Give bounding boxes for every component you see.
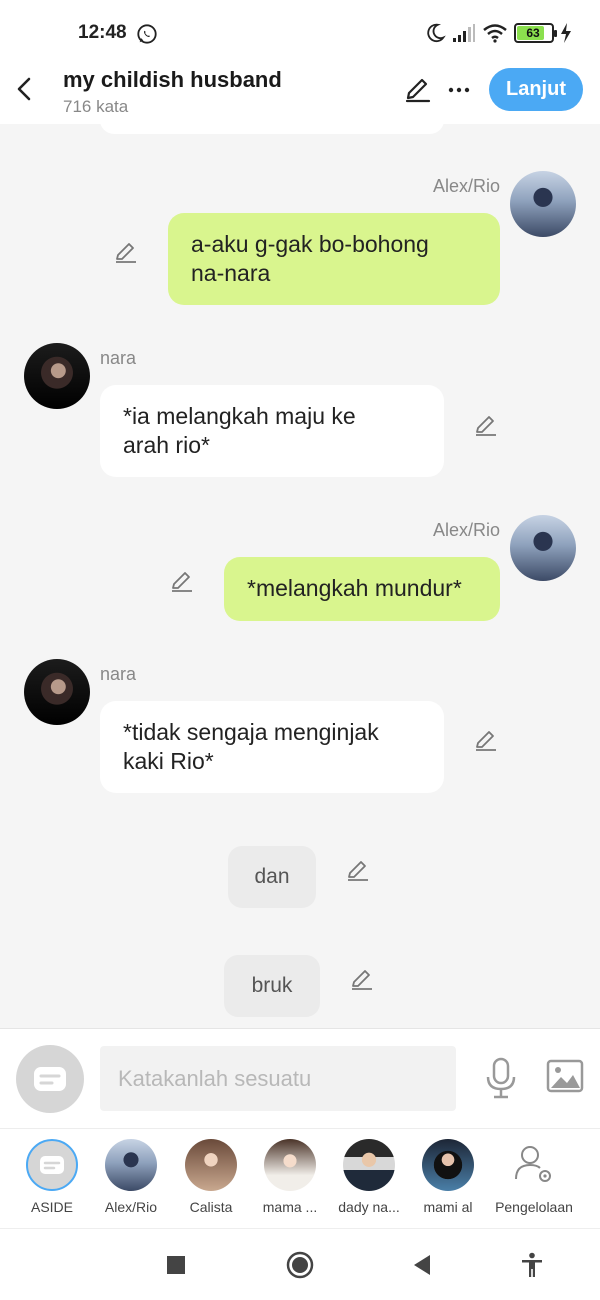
wifi-icon bbox=[483, 24, 507, 43]
battery-level: 63 bbox=[526, 26, 540, 40]
user-settings-icon bbox=[515, 1146, 551, 1182]
manage-characters-button[interactable]: Pengelolaan bbox=[492, 1139, 576, 1215]
accessibility-icon[interactable] bbox=[520, 1252, 544, 1278]
sender-name: nara bbox=[100, 348, 137, 368]
signal-icon bbox=[453, 24, 475, 42]
character-label: dady na... bbox=[338, 1199, 400, 1215]
character-calista[interactable]: Calista bbox=[175, 1139, 247, 1215]
next-button[interactable]: Lanjut bbox=[489, 68, 583, 111]
edit-icon[interactable] bbox=[404, 76, 432, 104]
character-label: Pengelolaan bbox=[495, 1199, 573, 1215]
sender-name: Alex/Rio bbox=[432, 520, 500, 540]
message-bubble[interactable]: *ia melangkah maju ke arah rio* bbox=[100, 385, 444, 477]
home-icon[interactable] bbox=[286, 1251, 314, 1279]
avatar bbox=[185, 1139, 237, 1191]
edit-message-icon[interactable] bbox=[113, 239, 139, 265]
app-header: my childish husband 716 kata Lanjut bbox=[0, 62, 600, 124]
aside-icon bbox=[34, 1067, 66, 1091]
character-mama[interactable]: mama ... bbox=[254, 1139, 326, 1215]
aside-avatar bbox=[26, 1139, 78, 1191]
message-input[interactable] bbox=[100, 1046, 456, 1111]
back-nav-icon[interactable] bbox=[412, 1254, 432, 1276]
character-label: Calista bbox=[189, 1199, 233, 1215]
character-aside[interactable]: ASIDE bbox=[16, 1139, 88, 1215]
message-input-bar bbox=[0, 1028, 600, 1128]
avatar[interactable] bbox=[510, 171, 576, 237]
previous-message-bubble bbox=[100, 124, 444, 134]
charging-icon bbox=[561, 23, 571, 43]
story-title: my childish husband bbox=[63, 67, 282, 92]
sender-name: nara bbox=[100, 664, 137, 684]
avatar bbox=[105, 1139, 157, 1191]
whatsapp-icon bbox=[137, 24, 157, 44]
avatar[interactable] bbox=[24, 343, 90, 409]
system-nav-bar bbox=[0, 1228, 600, 1300]
status-time: 12:48 bbox=[78, 22, 127, 43]
character-dady[interactable]: dady na... bbox=[333, 1139, 405, 1215]
narration-bubble[interactable]: bruk bbox=[224, 955, 320, 1017]
character-alex-rio[interactable]: Alex/Rio bbox=[95, 1139, 167, 1215]
avatar bbox=[422, 1139, 474, 1191]
word-count: 716 kata bbox=[63, 97, 129, 116]
aside-button[interactable] bbox=[16, 1045, 84, 1113]
character-bar: ASIDE Alex/Rio Calista mama ... dady na.… bbox=[0, 1128, 600, 1228]
character-label: ASIDE bbox=[30, 1199, 73, 1215]
message-bubble[interactable]: *melangkah mundur* bbox=[224, 557, 500, 621]
recents-icon[interactable] bbox=[166, 1255, 186, 1275]
status-bar: 12:48 63 bbox=[0, 0, 600, 62]
character-mami[interactable]: mami al bbox=[412, 1139, 484, 1215]
avatar bbox=[343, 1139, 395, 1191]
battery-icon: 63 bbox=[514, 23, 557, 43]
more-options-icon[interactable] bbox=[447, 80, 471, 100]
message-bubble[interactable]: a-aku g-gak bo-bohong na-nara bbox=[168, 213, 500, 305]
edit-message-icon[interactable] bbox=[349, 966, 375, 992]
character-label: Alex/Rio bbox=[104, 1199, 158, 1215]
microphone-icon[interactable] bbox=[484, 1057, 518, 1099]
edit-message-icon[interactable] bbox=[169, 568, 195, 594]
avatar[interactable] bbox=[510, 515, 576, 581]
moon-icon bbox=[427, 23, 446, 43]
narration-bubble[interactable]: dan bbox=[228, 846, 316, 908]
back-button[interactable] bbox=[12, 74, 38, 104]
aside-icon bbox=[40, 1156, 64, 1174]
chat-area[interactable]: Alex/Rio a-aku g-gak bo-bohong na-nara n… bbox=[0, 124, 600, 1028]
character-label: mama ... bbox=[262, 1199, 318, 1215]
sender-name: Alex/Rio bbox=[432, 176, 500, 196]
image-icon[interactable] bbox=[546, 1059, 584, 1093]
message-bubble[interactable]: *tidak sengaja menginjak kaki Rio* bbox=[100, 701, 444, 793]
edit-message-icon[interactable] bbox=[345, 857, 371, 883]
avatar[interactable] bbox=[24, 659, 90, 725]
edit-message-icon[interactable] bbox=[473, 727, 499, 753]
character-label: mami al bbox=[423, 1199, 473, 1215]
edit-message-icon[interactable] bbox=[473, 412, 499, 438]
avatar bbox=[264, 1139, 316, 1191]
